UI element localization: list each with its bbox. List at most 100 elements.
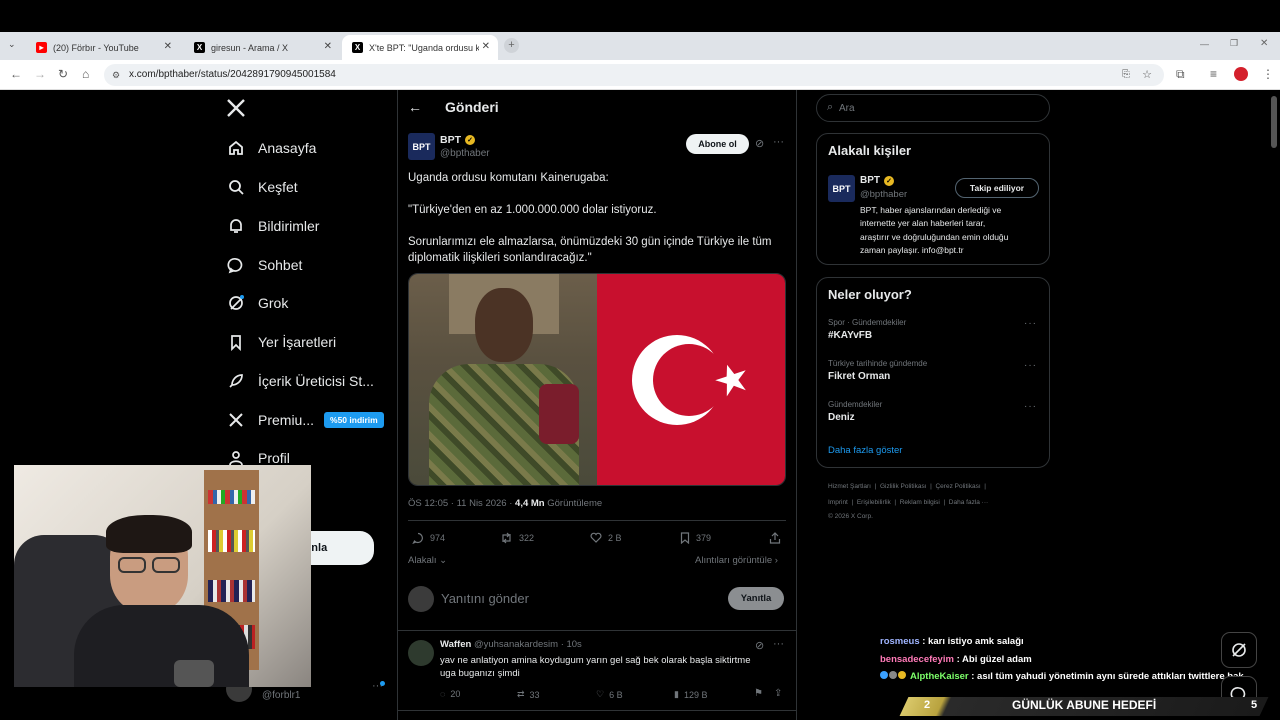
reply-repost-count: 33: [529, 689, 540, 700]
close-icon[interactable]: ✕: [482, 41, 490, 52]
nav-notifications[interactable]: Bildirimler: [226, 212, 319, 240]
trend-context: Türkiye tarihinde gündemde: [828, 359, 928, 368]
views-chart-icon: ▮: [674, 689, 679, 699]
minimize-icon[interactable]: —: [1200, 39, 1209, 49]
author-name-row[interactable]: BPT ✓: [440, 134, 475, 146]
window-close-icon[interactable]: ✕: [1260, 38, 1268, 49]
trend-item[interactable]: Gündemdekiler Deniz: [828, 400, 1038, 423]
grok-analyze-icon[interactable]: ⊘: [755, 639, 764, 652]
tab-giresun[interactable]: X giresun - Arama / X ✕: [184, 35, 340, 60]
profile-avatar-icon[interactable]: [1234, 67, 1248, 81]
bookmark-action[interactable]: 379: [680, 532, 711, 544]
restore-icon[interactable]: ❐: [1230, 38, 1238, 49]
subscribe-button[interactable]: Abone ol: [686, 134, 749, 154]
like-action[interactable]: 2 B: [590, 532, 622, 543]
trend-item[interactable]: Türkiye tarihinde gündemde Fikret Orman: [828, 359, 1038, 382]
tab-youtube[interactable]: ▸ (20) Förbır - YouTube ✕: [26, 35, 180, 60]
trend-item[interactable]: Spor · Gündemdekiler #KAYvFB: [828, 318, 1038, 341]
reply-views-action[interactable]: ▮ 129 B: [674, 689, 707, 700]
author-avatar[interactable]: BPT: [408, 133, 435, 160]
chat-message: bensadecefeyim : Abi güzel adam: [880, 654, 1032, 665]
footer-link[interactable]: Daha fazla ···: [949, 499, 988, 506]
share-icon[interactable]: ⇪: [774, 688, 782, 699]
trend-title: Deniz: [828, 412, 855, 423]
bookmark-icon[interactable]: ⚑: [754, 688, 763, 699]
footer-link[interactable]: Hizmet Şartları: [828, 483, 871, 490]
nav-grok[interactable]: Grok: [226, 289, 288, 317]
more-options-icon[interactable]: ···: [773, 638, 784, 650]
avatar-text: BPT: [832, 183, 851, 194]
trend-more-icon[interactable]: ···: [1024, 318, 1037, 329]
related-title: Alakalı kişiler: [828, 143, 912, 158]
back-icon[interactable]: ←: [10, 67, 22, 81]
trend-more-icon[interactable]: ···: [1024, 401, 1037, 412]
x-icon: X: [352, 42, 363, 53]
show-more-link[interactable]: Daha fazla göster: [828, 445, 902, 456]
nav-creator-studio[interactable]: İçerik Üreticisi St...: [226, 367, 374, 395]
new-tab-icon[interactable]: +: [504, 38, 519, 53]
footer-link[interactable]: Çerez Politikası: [935, 483, 980, 490]
post-image[interactable]: [408, 273, 786, 486]
bio-line: araştırır ve doğruluğundan emin olduğu: [860, 231, 1009, 242]
reply-button[interactable]: Yanıtla: [728, 587, 784, 610]
reload-icon[interactable]: ↻: [58, 67, 68, 81]
site-info-icon[interactable]: ⚙: [112, 64, 120, 86]
bookmark-star-icon[interactable]: ☆: [1142, 64, 1152, 86]
trend-more-icon[interactable]: ···: [1024, 360, 1037, 371]
like-count: 2 B: [608, 532, 622, 543]
footer-link[interactable]: Reklam bilgisi: [900, 499, 940, 506]
bell-icon: [226, 216, 246, 236]
home-icon[interactable]: ⌂: [82, 67, 89, 81]
grok-icon: [226, 293, 246, 313]
x-logo-icon[interactable]: [226, 98, 246, 120]
main-column-right-border: [796, 90, 797, 720]
reply-repost-action[interactable]: ⇄ 33: [517, 689, 540, 700]
reply-reply-action[interactable]: ◌ 20: [440, 689, 460, 699]
page-scrollbar[interactable]: [1271, 96, 1277, 148]
reading-list-icon[interactable]: ≡: [1210, 67, 1217, 81]
forward-icon[interactable]: →: [34, 67, 46, 81]
footer-link[interactable]: Erişilebilirlik: [857, 499, 891, 506]
divider: [408, 520, 786, 521]
related-name-row[interactable]: BPT ✓: [860, 175, 894, 186]
grok-float-button[interactable]: [1221, 632, 1257, 668]
close-icon[interactable]: ✕: [324, 41, 332, 52]
reply-button-label: Yanıtla: [740, 593, 772, 604]
view-quotes-link[interactable]: Alıntıları görüntüle ›: [695, 555, 778, 566]
related-avatar[interactable]: BPT: [828, 175, 855, 202]
reply-action[interactable]: 974: [412, 532, 445, 544]
address-bar[interactable]: ⚙ x.com/bpthaber/status/2042891790945001…: [104, 64, 1164, 86]
nav-explore[interactable]: Keşfet: [226, 173, 298, 201]
webcam-overlay: [14, 465, 311, 687]
more-options-icon[interactable]: ···: [773, 136, 784, 148]
back-arrow-icon[interactable]: ←: [408, 99, 422, 115]
nav-bookmarks[interactable]: Yer İşaretleri: [226, 328, 336, 356]
tab-bpt-post[interactable]: X X'te BPT: "Uganda ordusu komu ✕: [342, 35, 498, 60]
nav-premium[interactable]: Premiu... %50 indirim: [226, 406, 384, 434]
reply-author-name[interactable]: Waffen: [440, 639, 471, 650]
microphone: [174, 660, 214, 687]
extensions-icon[interactable]: ⧉: [1176, 67, 1185, 82]
menu-dots-icon[interactable]: ⋮: [1262, 67, 1274, 81]
install-app-icon[interactable]: ⎘: [1122, 64, 1130, 86]
reply-author-avatar[interactable]: [408, 640, 434, 666]
share-action[interactable]: [769, 532, 787, 544]
grok-analyze-icon[interactable]: ⊘: [755, 137, 764, 150]
page-title: Gönderi: [445, 99, 499, 115]
tab-search-icon[interactable]: ⌄: [8, 39, 16, 50]
search-input[interactable]: Ara: [839, 103, 855, 114]
repost-action[interactable]: 322: [500, 532, 534, 544]
reply-like-action[interactable]: ♡ 6 B: [596, 689, 623, 700]
footer-link[interactable]: Gizlilik Politikası: [880, 483, 927, 490]
search-box[interactable]: ⌕ Ara: [816, 94, 1050, 122]
nav-chat[interactable]: Sohbet: [226, 251, 302, 279]
following-button[interactable]: Takip ediliyor: [955, 178, 1039, 198]
related-toggle[interactable]: Alakalı ⌄: [408, 555, 447, 566]
reply-input[interactable]: Yanıtını gönder: [441, 591, 529, 606]
bio-line: BPT, haber ajanslarından derlediği ve: [860, 205, 1002, 215]
reply-icon: [412, 532, 424, 544]
browser-toolbar: ← → ↻ ⌂ ⚙ x.com/bpthaber/status/20428917…: [0, 60, 1280, 90]
nav-home[interactable]: Anasayfa: [226, 134, 316, 162]
footer-link[interactable]: Imprint: [828, 499, 848, 506]
close-icon[interactable]: ✕: [164, 41, 172, 52]
